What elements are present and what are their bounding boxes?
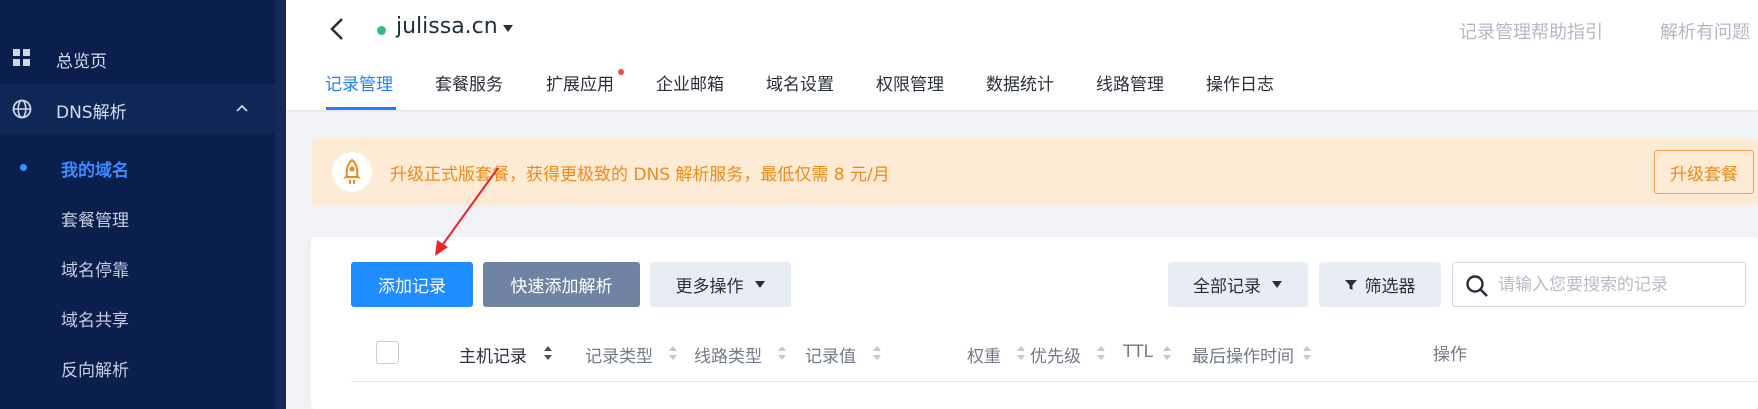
page-header: julissa.cn 记录管理帮助指引 解析有问题 记录管理 套餐服务 扩展应用… <box>286 0 1758 110</box>
column-last-modified[interactable]: 最后操作时间 <box>1192 342 1294 367</box>
filter-button[interactable]: 筛选器 <box>1319 262 1441 307</box>
tab-statistics[interactable]: 数据统计 <box>986 70 1054 95</box>
sidebar-item-dns[interactable]: DNS解析 <box>0 84 275 134</box>
sidebar-subitem-domain-sharing[interactable]: 域名共享 <box>0 295 275 339</box>
filter-label: 筛选器 <box>1364 277 1416 297</box>
sidebar-item-overview[interactable]: 总览页 <box>0 33 275 83</box>
search-input[interactable] <box>1498 271 1738 299</box>
sidebar: 总览页 DNS解析 我的域名 套餐管理 域名停靠 域名共享 反向解析 <box>0 0 286 409</box>
tab-record-management[interactable]: 记录管理 <box>325 70 393 95</box>
sort-icon[interactable] <box>872 344 882 362</box>
sidebar-item-label: 总览页 <box>56 52 107 72</box>
records-panel: 添加记录 快速添加解析 更多操作 全部记录 筛选器 主机记录 记录类型 线路类型… <box>311 237 1758 409</box>
sidebar-subitem-reverse-resolution[interactable]: 反向解析 <box>0 345 275 389</box>
sidebar-subitem-label: 反向解析 <box>61 361 129 381</box>
select-all-checkbox[interactable] <box>376 341 399 364</box>
filter-icon <box>1344 279 1357 290</box>
globe-icon <box>12 99 32 119</box>
table-header-divider <box>351 381 1758 382</box>
sidebar-subitem-my-domains[interactable]: 我的域名 <box>0 145 275 189</box>
tab-permissions[interactable]: 权限管理 <box>876 70 944 95</box>
resolution-issue-link[interactable]: 解析有问题 <box>1660 18 1750 44</box>
all-records-dropdown[interactable]: 全部记录 <box>1168 262 1308 307</box>
sort-icon[interactable] <box>1096 344 1106 362</box>
upgrade-plan-button[interactable]: 升级套餐 <box>1654 150 1754 194</box>
column-line-type[interactable]: 线路类型 <box>694 342 762 367</box>
sort-icon[interactable] <box>1016 344 1026 362</box>
sort-icon[interactable] <box>1302 344 1312 362</box>
caret-down-icon <box>754 280 765 288</box>
sidebar-subitem-label: 域名停靠 <box>61 261 129 281</box>
column-record-type[interactable]: 记录类型 <box>585 342 653 367</box>
notification-dot-icon <box>618 69 624 75</box>
sort-icon[interactable] <box>668 344 678 362</box>
tab-extensions[interactable]: 扩展应用 <box>546 70 614 95</box>
status-online-icon <box>377 26 386 35</box>
sidebar-item-label: DNS解析 <box>56 103 127 123</box>
sidebar-subitem-label: 域名共享 <box>61 311 129 331</box>
sidebar-scrollbar[interactable] <box>275 0 286 409</box>
domain-selector[interactable]: julissa.cn <box>396 14 498 39</box>
grid-icon <box>13 49 30 66</box>
column-record-value[interactable]: 记录值 <box>805 342 856 367</box>
add-record-button[interactable]: 添加记录 <box>351 262 473 307</box>
quick-add-resolution-button[interactable]: 快速添加解析 <box>483 262 640 307</box>
search-icon <box>1466 275 1488 297</box>
sidebar-subitem-label: 我的域名 <box>61 161 129 181</box>
banner-message: 升级正式版套餐，获得更极致的 DNS 解析服务，最低仅需 8 元/月 <box>390 165 890 185</box>
tab-enterprise-mail[interactable]: 企业邮箱 <box>656 70 724 95</box>
column-priority[interactable]: 优先级 <box>1030 342 1081 367</box>
column-weight[interactable]: 权重 <box>967 342 1001 367</box>
sort-icon[interactable] <box>777 344 787 362</box>
active-dot-icon <box>20 164 27 171</box>
caret-down-icon[interactable] <box>502 24 514 34</box>
help-guide-link[interactable]: 记录管理帮助指引 <box>1459 18 1603 44</box>
upgrade-banner: 升级正式版套餐，获得更极致的 DNS 解析服务，最低仅需 8 元/月 升级套餐 <box>311 138 1758 206</box>
sort-icon[interactable] <box>1162 344 1172 362</box>
record-search-box[interactable] <box>1452 262 1746 307</box>
all-records-label: 全部记录 <box>1193 277 1261 297</box>
rocket-badge <box>332 152 372 192</box>
more-operations-dropdown[interactable]: 更多操作 <box>650 262 791 307</box>
column-host-record[interactable]: 主机记录 <box>459 342 527 367</box>
tab-plan-service[interactable]: 套餐服务 <box>435 70 503 95</box>
rocket-icon <box>343 158 361 184</box>
tab-operation-log[interactable]: 操作日志 <box>1206 70 1274 95</box>
back-arrow-icon[interactable] <box>326 16 350 42</box>
sidebar-subitem-label: 套餐管理 <box>61 211 129 231</box>
sidebar-subitem-domain-parking[interactable]: 域名停靠 <box>0 245 275 289</box>
sort-icon[interactable] <box>543 344 553 362</box>
more-operations-label: 更多操作 <box>675 277 744 297</box>
column-actions: 操作 <box>1433 345 1467 365</box>
tab-line-management[interactable]: 线路管理 <box>1096 70 1164 95</box>
active-tab-indicator <box>326 107 396 110</box>
caret-down-icon <box>1272 280 1282 288</box>
tab-domain-settings[interactable]: 域名设置 <box>766 70 834 95</box>
chevron-up-icon[interactable] <box>233 99 251 117</box>
column-ttl[interactable]: TTL <box>1123 342 1153 362</box>
sidebar-subitem-plan-management[interactable]: 套餐管理 <box>0 195 275 239</box>
